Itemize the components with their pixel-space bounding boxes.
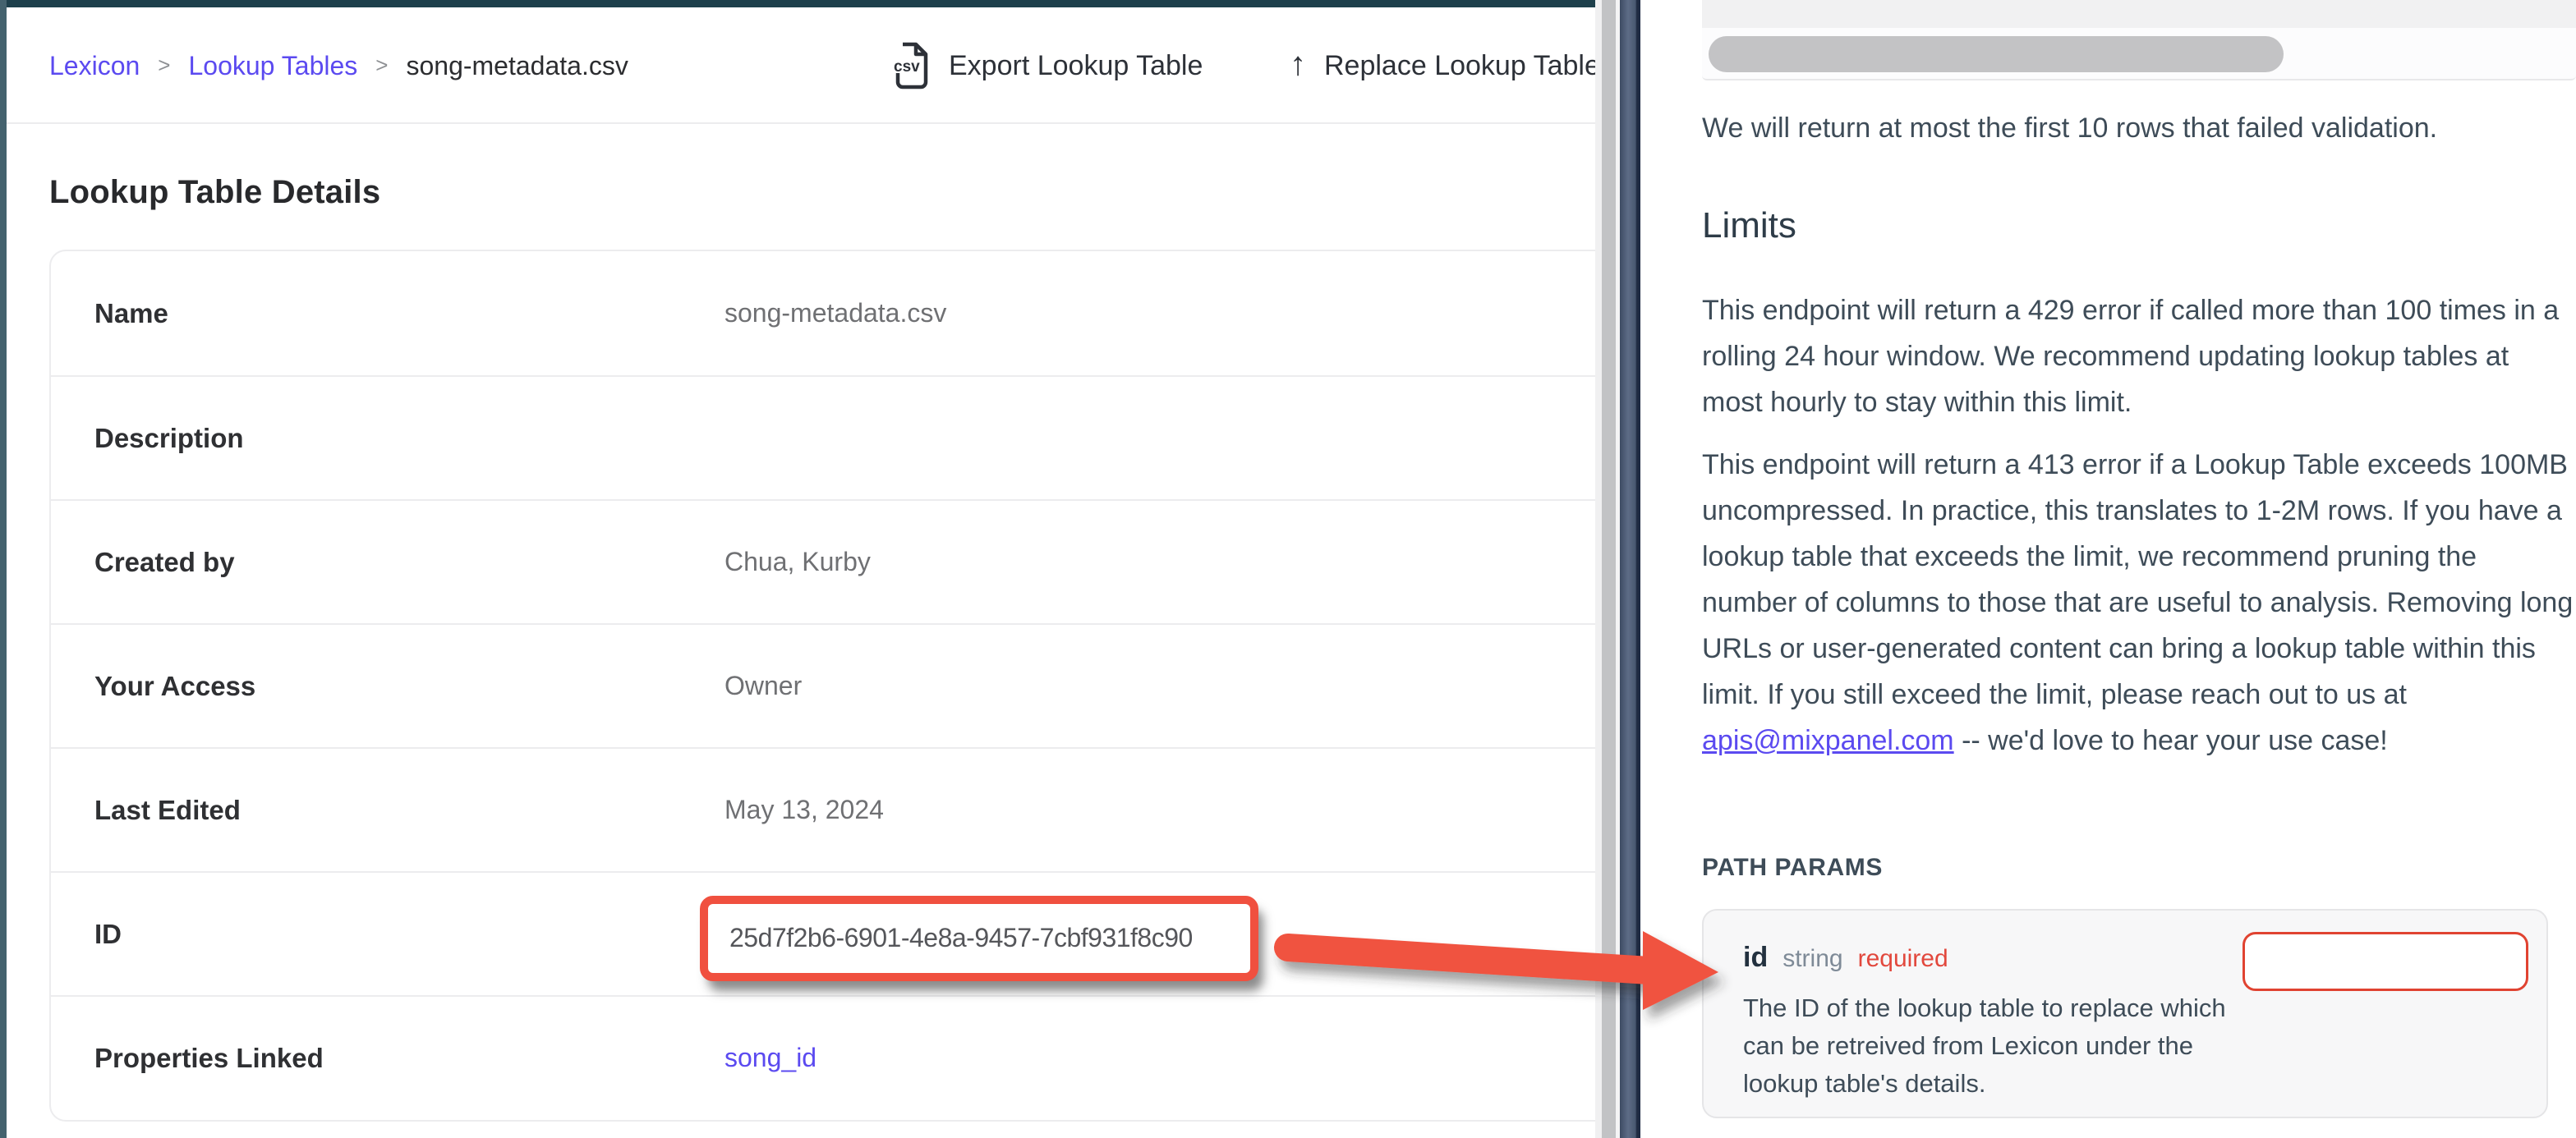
lookup-table-id-value: 25d7f2b6-6901-4e8a-9457-7cbf931f8c90: [729, 923, 1193, 953]
docs-intro-paragraph: We will return at most the first 10 rows…: [1702, 105, 2573, 151]
detail-row-description: Description: [51, 375, 1595, 499]
left-chrome-strip: [0, 0, 7, 1138]
breadcrumb-separator-icon: >: [375, 53, 388, 78]
param-header: id string required: [1743, 942, 1948, 974]
api-docs-panel: We will return at most the first 10 rows…: [1640, 0, 2576, 1138]
row-label: Created by: [94, 547, 724, 578]
window-divider: [1620, 0, 1640, 1138]
path-params-label: PATH PARAMS: [1702, 854, 1883, 882]
detail-row-name: Name song-metadata.csv: [51, 251, 1595, 375]
export-button-label: Export Lookup Table: [949, 50, 1203, 82]
apis-mixpanel-email-link[interactable]: apis@mixpanel.com: [1702, 725, 1954, 756]
detail-row-properties-linked: Properties Linked song_id: [51, 995, 1595, 1119]
row-value: Owner: [724, 671, 802, 701]
breadcrumb-current-file: song-metadata.csv: [406, 51, 628, 81]
lookup-table-details-panel: Lexicon > Lookup Tables > song-metadata.…: [7, 7, 1595, 1138]
page-title: Lookup Table Details: [49, 174, 380, 211]
row-value: song-metadata.csv: [724, 298, 946, 328]
breadcrumb-separator-icon: >: [158, 53, 170, 78]
row-label: Your Access: [94, 671, 724, 702]
id-param-input[interactable]: [2242, 932, 2528, 991]
limits-heading: Limits: [1702, 205, 1796, 246]
detail-row-last-edited: Last Edited May 13, 2024: [51, 747, 1595, 871]
row-label: Description: [94, 423, 724, 454]
paragraph-text: This endpoint will return a 413 error if…: [1702, 449, 2573, 710]
replace-lookup-table-button[interactable]: ↑ Replace Lookup Table: [1290, 7, 1595, 124]
breadcrumb-lookup-tables[interactable]: Lookup Tables: [188, 51, 357, 81]
row-value: Chua, Kurby: [724, 547, 871, 577]
path-param-card: id string required The ID of the lookup …: [1702, 909, 2548, 1118]
row-label: ID: [94, 919, 724, 950]
details-card: Name song-metadata.csv Description Creat…: [49, 250, 1595, 1122]
row-label: Last Edited: [94, 795, 724, 826]
row-label: Name: [94, 298, 724, 329]
svg-text:csv: csv: [894, 58, 920, 76]
paragraph-text: -- we'd love to hear your use case!: [1954, 725, 2388, 756]
limits-paragraph-429: This endpoint will return a 429 error if…: [1702, 287, 2573, 425]
linked-property-link[interactable]: song_id: [724, 1043, 816, 1073]
detail-row-your-access: Your Access Owner: [51, 623, 1595, 747]
limits-paragraph-413: This endpoint will return a 413 error if…: [1702, 442, 2576, 764]
breadcrumb-lexicon[interactable]: Lexicon: [49, 51, 140, 81]
csv-file-icon: csv: [891, 42, 931, 89]
top-chrome-bar: [0, 0, 1595, 7]
row-value: May 13, 2024: [724, 795, 884, 825]
app-header: Lexicon > Lookup Tables > song-metadata.…: [7, 7, 1595, 124]
detail-row-created-by: Created by Chua, Kurby: [51, 499, 1595, 623]
upload-arrow-icon: ↑: [1290, 48, 1306, 80]
row-label: Properties Linked: [94, 1043, 724, 1074]
panel-gutter: [1595, 0, 1602, 1138]
horizontal-scrollbar-thumb[interactable]: [1709, 36, 2284, 72]
param-required-badge: required: [1858, 945, 1948, 973]
replace-button-label: Replace Lookup Table: [1324, 50, 1595, 82]
breadcrumb: Lexicon > Lookup Tables > song-metadata.…: [49, 7, 628, 124]
detail-row-id: ID 25d7f2b6-6901-4e8a-9457-7cbf931f8c90: [51, 871, 1595, 995]
param-name: id: [1743, 942, 1768, 974]
vertical-scrollbar[interactable]: [1602, 0, 1616, 1138]
horizontal-scrollbar-track[interactable]: [1702, 28, 2576, 80]
id-value-highlight-box: 25d7f2b6-6901-4e8a-9457-7cbf931f8c90: [700, 896, 1258, 981]
clipped-content-edge: [1702, 0, 2576, 28]
param-type: string: [1782, 945, 1842, 973]
export-lookup-table-button[interactable]: csv Export Lookup Table: [891, 7, 1203, 124]
param-description: The ID of the lookup table to replace wh…: [1743, 989, 2236, 1103]
